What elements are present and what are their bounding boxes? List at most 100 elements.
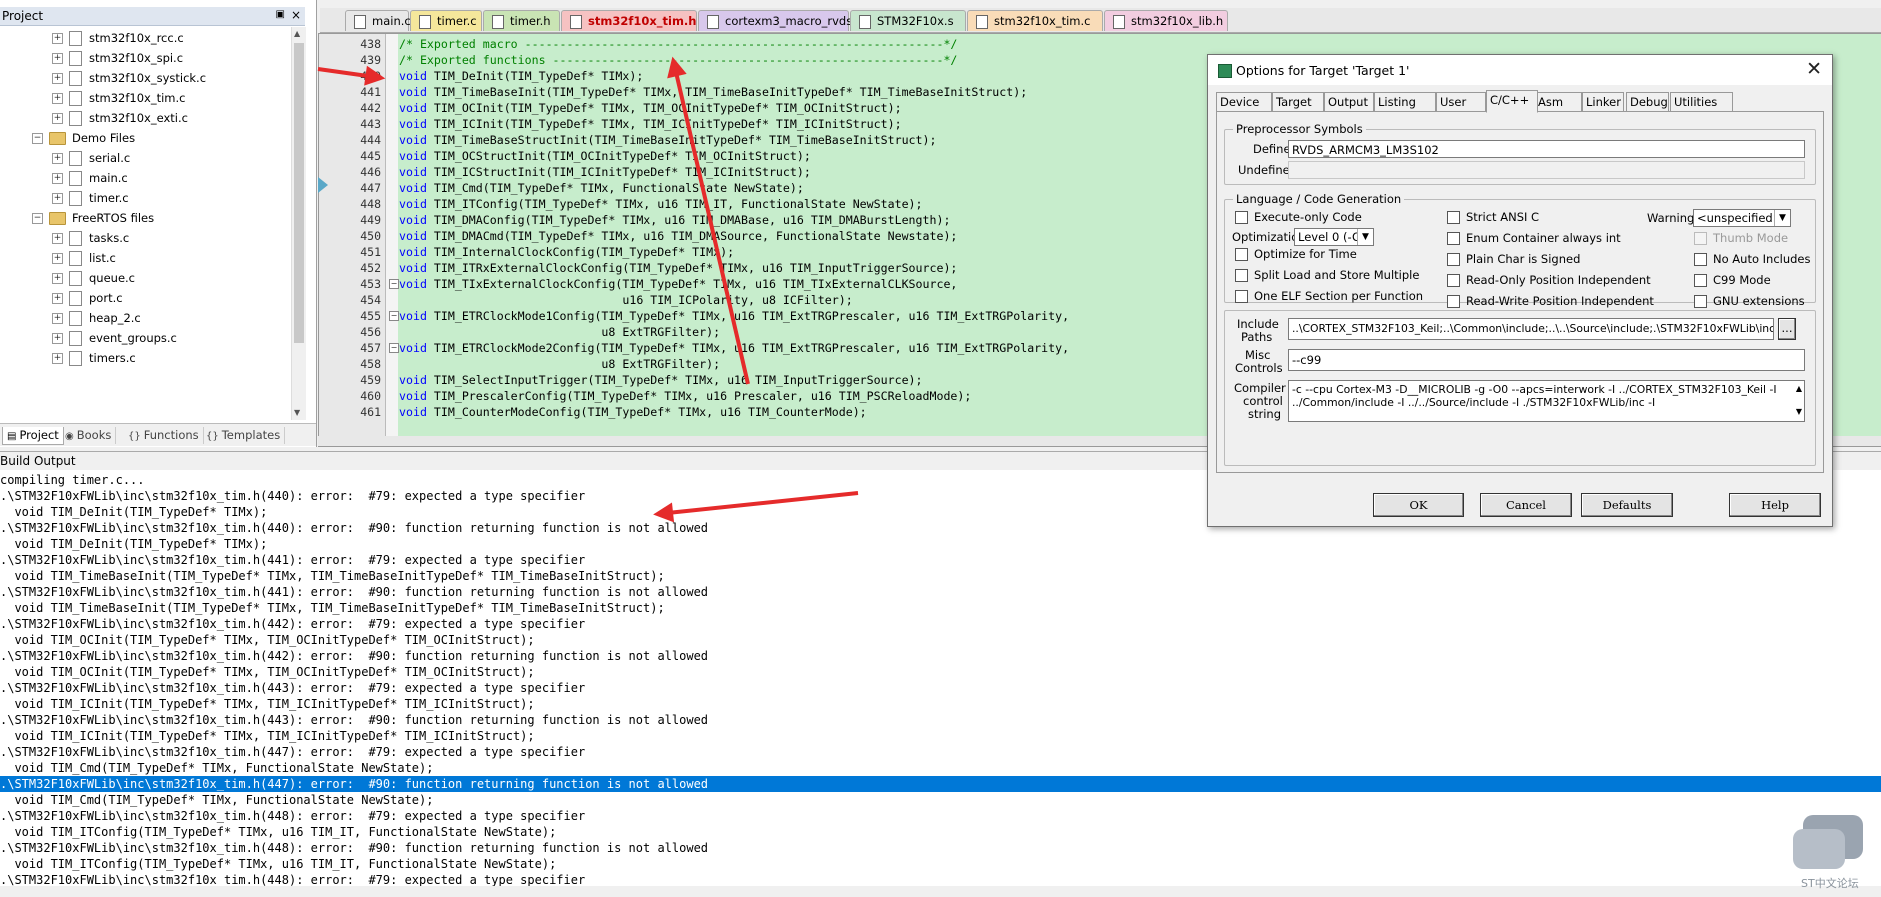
- tree-item[interactable]: + stm32f10x_tim.c: [52, 88, 185, 108]
- defaults-button[interactable]: Defaults: [1581, 493, 1673, 517]
- build-output-line[interactable]: void TIM_OCInit(TIM_TypeDef* TIMx, TIM_O…: [0, 664, 1881, 680]
- editor-tab-stm32f10x-tim-c[interactable]: stm32f10x_tim.c: [967, 10, 1103, 31]
- fold-toggle-icon[interactable]: −: [389, 279, 399, 289]
- expand-icon[interactable]: +: [52, 113, 63, 124]
- warnings-select[interactable]: <unspecified> ▼: [1693, 209, 1791, 227]
- tree-item[interactable]: + tasks.c: [52, 228, 129, 248]
- build-output-line[interactable]: .\STM32F10xFWLib\inc\stm32f10x_tim.h(448…: [0, 808, 1881, 824]
- editor-tab-main-c[interactable]: main.c: [345, 10, 411, 31]
- editor-tab-cortexm3-macro-rvds-s[interactable]: cortexm3_macro_rvds.s: [698, 10, 862, 31]
- chevron-down-icon[interactable]: ▼: [1774, 210, 1790, 226]
- collapse-icon[interactable]: −: [32, 213, 43, 224]
- tab-c-c-[interactable]: C/C++: [1486, 90, 1538, 113]
- tab-utilities[interactable]: Utilities: [1670, 92, 1733, 111]
- tree-item[interactable]: − Demo Files: [32, 128, 135, 148]
- expand-icon[interactable]: +: [52, 173, 63, 184]
- tree-scrollbar[interactable]: ▲ ▼: [291, 27, 306, 420]
- panel-tab-project[interactable]: ▤ Project: [2, 427, 64, 445]
- panel-tab-templates[interactable]: {} Templates: [202, 427, 286, 444]
- build-output-line[interactable]: void TIM_ICInit(TIM_TypeDef* TIMx, TIM_I…: [0, 696, 1881, 712]
- build-output-line[interactable]: .\STM32F10xFWLib\inc\stm32f10x_tim.h(443…: [0, 712, 1881, 728]
- expand-icon[interactable]: +: [52, 333, 63, 344]
- tab-linker[interactable]: Linker: [1582, 92, 1624, 111]
- panel-tab-books[interactable]: ◉ Books: [61, 427, 117, 444]
- build-output-line[interactable]: .\STM32F10xFWLib\inc\stm32f10x_tim.h(448…: [0, 872, 1881, 886]
- panel-tab-functions[interactable]: {} Functions: [124, 427, 204, 444]
- no-auto-includes-checkbox[interactable]: [1694, 253, 1707, 266]
- build-output-line[interactable]: .\STM32F10xFWLib\inc\stm32f10x_tim.h(443…: [0, 680, 1881, 696]
- editor-tab-timer-h[interactable]: timer.h: [483, 10, 560, 31]
- expand-icon[interactable]: +: [52, 353, 63, 364]
- build-output-line[interactable]: void TIM_OCInit(TIM_TypeDef* TIMx, TIM_O…: [0, 632, 1881, 648]
- tree-item[interactable]: + stm32f10x_spi.c: [52, 48, 183, 68]
- scroll-up-icon[interactable]: ▲: [1796, 382, 1802, 395]
- expand-icon[interactable]: +: [52, 253, 63, 264]
- chevron-down-icon[interactable]: ▼: [1357, 229, 1373, 245]
- tree-item[interactable]: + port.c: [52, 288, 123, 308]
- scroll-up-icon[interactable]: ▲: [294, 29, 300, 38]
- optimize-time-checkbox[interactable]: [1235, 248, 1248, 261]
- tree-item[interactable]: + stm32f10x_systick.c: [52, 68, 206, 88]
- tab-listing[interactable]: Listing: [1374, 92, 1436, 111]
- build-output-line[interactable]: void TIM_Cmd(TIM_TypeDef* TIMx, Function…: [0, 792, 1881, 808]
- tree-item[interactable]: − FreeRTOS files: [32, 208, 154, 228]
- enum-container-checkbox[interactable]: [1447, 232, 1460, 245]
- thumb-mode-checkbox[interactable]: [1694, 232, 1707, 245]
- include-paths-input[interactable]: ..\CORTEX_STM32F103_Keil;..\Common\inclu…: [1288, 318, 1774, 340]
- plain-char-checkbox[interactable]: [1447, 253, 1460, 266]
- expand-icon[interactable]: +: [52, 73, 63, 84]
- tree-item[interactable]: + serial.c: [52, 148, 130, 168]
- expand-icon[interactable]: +: [52, 153, 63, 164]
- tab-output[interactable]: Output: [1324, 92, 1374, 111]
- one-elf-checkbox[interactable]: [1235, 290, 1248, 303]
- build-output-line[interactable]: .\STM32F10xFWLib\inc\stm32f10x_tim.h(447…: [0, 744, 1881, 760]
- c99-mode-checkbox[interactable]: [1694, 274, 1707, 287]
- scroll-down-icon[interactable]: ▼: [1796, 405, 1802, 418]
- browse-paths-button[interactable]: ...: [1778, 318, 1796, 340]
- dialog-close-icon[interactable]: ✕: [1806, 58, 1822, 80]
- scroll-down-icon[interactable]: ▼: [294, 408, 300, 417]
- build-output-line[interactable]: void TIM_ITConfig(TIM_TypeDef* TIMx, u16…: [0, 856, 1881, 872]
- close-icon[interactable]: ×: [291, 8, 301, 22]
- editor-tab-timer-c[interactable]: timer.c: [410, 10, 482, 31]
- tree-item[interactable]: + heap_2.c: [52, 308, 141, 328]
- expand-icon[interactable]: +: [52, 233, 63, 244]
- build-output-hscroll[interactable]: [0, 886, 1881, 897]
- tree-item[interactable]: + main.c: [52, 168, 128, 188]
- tab-asm[interactable]: Asm: [1534, 92, 1582, 111]
- expand-icon[interactable]: +: [52, 53, 63, 64]
- expand-icon[interactable]: +: [52, 33, 63, 44]
- tree-item[interactable]: + stm32f10x_rcc.c: [52, 28, 184, 48]
- build-output-line[interactable]: .\STM32F10xFWLib\inc\stm32f10x_tim.h(448…: [0, 840, 1881, 856]
- build-output-line[interactable]: void TIM_DeInit(TIM_TypeDef* TIMx);: [0, 536, 1881, 552]
- scrollbar-thumb[interactable]: [294, 43, 304, 343]
- editor-tab-stm32f10x-lib-h[interactable]: stm32f10x_lib.h: [1104, 10, 1228, 31]
- build-output-line[interactable]: void TIM_ICInit(TIM_TypeDef* TIMx, TIM_I…: [0, 728, 1881, 744]
- build-output-line[interactable]: .\STM32F10xFWLib\inc\stm32f10x_tim.h(441…: [0, 552, 1881, 568]
- build-output-line[interactable]: void TIM_TimeBaseInit(TIM_TypeDef* TIMx,…: [0, 568, 1881, 584]
- build-output-panel[interactable]: compiling timer.c... .\STM32F10xFWLib\inc…: [0, 470, 1881, 886]
- tree-item[interactable]: + timer.c: [52, 188, 129, 208]
- tree-item[interactable]: + stm32f10x_exti.c: [52, 108, 188, 128]
- tree-item[interactable]: + queue.c: [52, 268, 135, 288]
- misc-controls-input[interactable]: --c99: [1288, 349, 1805, 371]
- execute-only-checkbox[interactable]: [1235, 211, 1248, 224]
- tab-target[interactable]: Target: [1272, 92, 1324, 111]
- expand-icon[interactable]: +: [52, 193, 63, 204]
- build-output-line[interactable]: .\STM32F10xFWLib\inc\stm32f10x_tim.h(447…: [0, 776, 1881, 792]
- ro-pos-checkbox[interactable]: [1447, 274, 1460, 287]
- optimization-select[interactable]: Level 0 (-O0) ▼: [1294, 228, 1374, 246]
- build-output-line[interactable]: .\STM32F10xFWLib\inc\stm32f10x_tim.h(442…: [0, 616, 1881, 632]
- expand-icon[interactable]: +: [52, 293, 63, 304]
- gnu-ext-checkbox[interactable]: [1694, 295, 1707, 308]
- tab-debug[interactable]: Debug: [1626, 92, 1669, 111]
- build-output-line[interactable]: void TIM_TimeBaseInit(TIM_TypeDef* TIMx,…: [0, 600, 1881, 616]
- undefine-input[interactable]: [1288, 161, 1805, 179]
- build-output-line[interactable]: void TIM_Cmd(TIM_TypeDef* TIMx, Function…: [0, 760, 1881, 776]
- tree-item[interactable]: + timers.c: [52, 348, 136, 368]
- expand-icon[interactable]: +: [52, 313, 63, 324]
- help-button[interactable]: Help: [1729, 493, 1821, 517]
- ok-button[interactable]: OK: [1373, 493, 1464, 517]
- tree-item[interactable]: + list.c: [52, 248, 116, 268]
- editor-tab-stm32f10x-s[interactable]: STM32F10x.s: [850, 10, 966, 31]
